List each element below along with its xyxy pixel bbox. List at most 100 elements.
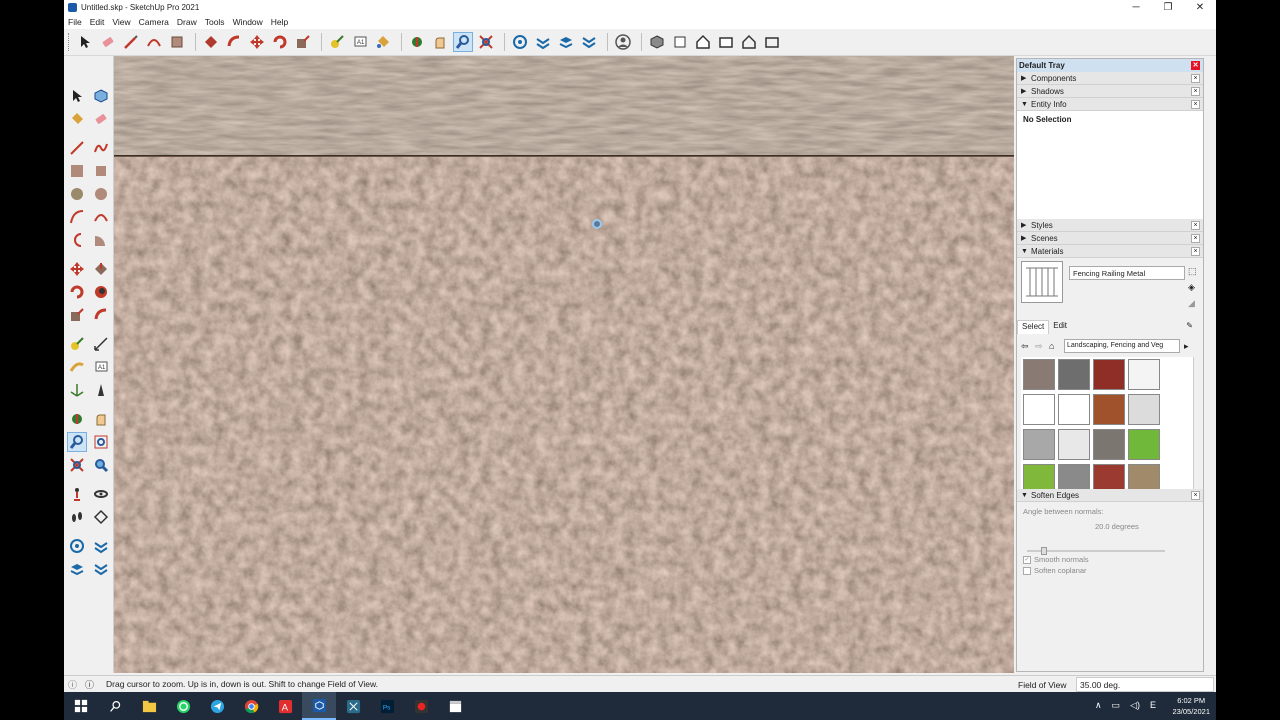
back-arrow-icon[interactable]: ⇦ [1021, 341, 1035, 352]
details-arrow-icon[interactable]: ▸ [1184, 341, 1189, 352]
pie-icon[interactable] [91, 230, 111, 250]
select-tool-icon[interactable] [75, 32, 95, 52]
panel-components[interactable]: ▶ Components × [1017, 72, 1203, 85]
text-tool-icon[interactable]: A1 [350, 32, 370, 52]
eraser-icon[interactable] [91, 109, 111, 129]
geolocation-icon[interactable]: ⓘ [68, 678, 77, 691]
photoshop-icon[interactable]: Ps [370, 692, 404, 720]
material-swatch[interactable] [1128, 394, 1160, 425]
menu-edit[interactable]: Edit [90, 17, 105, 27]
language-indicator[interactable]: E [1150, 700, 1156, 711]
collection-dropdown[interactable]: Landscaping, Fencing and Veg [1064, 339, 1180, 353]
create-material-icon[interactable]: ◈ [1188, 282, 1195, 293]
video-editor-icon[interactable] [438, 692, 472, 720]
text-icon[interactable]: A1 [91, 357, 111, 377]
network-icon[interactable]: ▭ [1112, 700, 1121, 711]
move-icon[interactable] [67, 259, 87, 279]
protractor-icon[interactable] [67, 357, 87, 377]
acrobat-icon[interactable]: A [268, 692, 302, 720]
menu-camera[interactable]: Camera [139, 17, 169, 27]
tape-measure-tool-icon[interactable] [327, 32, 347, 52]
menu-draw[interactable]: Draw [177, 17, 197, 27]
rotated-rectangle-icon[interactable] [91, 161, 111, 181]
extension-manager-icon[interactable] [579, 32, 599, 52]
polygon-icon[interactable] [91, 184, 111, 204]
layout-taskbar-icon[interactable] [336, 692, 370, 720]
tape-measure-icon[interactable] [67, 334, 87, 354]
axes-icon[interactable] [67, 380, 87, 400]
panel-close-icon[interactable]: × [1191, 234, 1200, 243]
material-swatch[interactable] [1058, 429, 1090, 460]
front-view-icon[interactable] [693, 32, 713, 52]
panel-close-icon[interactable]: × [1191, 221, 1200, 230]
3d-text-icon[interactable] [91, 380, 111, 400]
recorder-icon[interactable] [404, 692, 438, 720]
chrome-icon[interactable] [234, 692, 268, 720]
account-icon[interactable] [613, 32, 633, 52]
taskbar-clock[interactable]: 6:02 PM 23/05/2021 [1172, 695, 1210, 717]
previous-view-icon[interactable] [91, 455, 111, 475]
panel-entity-info[interactable]: ▼ Entity Info × [1017, 98, 1203, 111]
orbit-tool-icon[interactable] [407, 32, 427, 52]
scale-icon[interactable] [67, 305, 87, 325]
panel-soften-edges[interactable]: ▼ Soften Edges × [1017, 489, 1203, 502]
display-secondary-icon[interactable]: ⬚ [1188, 266, 1197, 277]
material-swatch[interactable] [1093, 429, 1125, 460]
zoom-extents-icon[interactable] [67, 455, 87, 475]
menu-help[interactable]: Help [271, 17, 288, 27]
default-material-icon[interactable]: ◢ [1188, 298, 1195, 309]
orbit-icon[interactable] [67, 409, 87, 429]
panel-close-icon[interactable]: × [1191, 87, 1200, 96]
panel-close-icon[interactable]: × [1191, 100, 1200, 109]
panel-close-icon[interactable]: × [1191, 491, 1200, 500]
3d-viewport[interactable] [114, 56, 1014, 673]
make-component-icon[interactable] [91, 86, 111, 106]
follow-me-tool-icon[interactable] [224, 32, 244, 52]
whatsapp-icon[interactable] [166, 692, 200, 720]
material-name-field[interactable]: Fencing Railing Metal [1069, 266, 1185, 280]
move-tool-icon[interactable] [247, 32, 267, 52]
maximize-button[interactable]: ❐ [1152, 0, 1184, 15]
zoom-icon[interactable] [66, 431, 87, 452]
tab-edit[interactable]: Edit [1049, 320, 1071, 334]
toolbar-grip[interactable] [68, 33, 71, 51]
dimension-icon[interactable] [91, 334, 111, 354]
home-icon[interactable]: ⌂ [1049, 341, 1061, 351]
three-point-arc-icon[interactable] [67, 230, 87, 250]
telegram-icon[interactable] [200, 692, 234, 720]
layout-icon[interactable] [67, 559, 87, 579]
top-view-icon[interactable] [670, 32, 690, 52]
soften-coplanar-checkbox[interactable] [1023, 566, 1031, 575]
extension-manager-icon[interactable] [91, 559, 111, 579]
line-icon[interactable] [67, 138, 87, 158]
position-camera-icon[interactable] [67, 484, 87, 504]
material-swatch[interactable] [1023, 359, 1055, 390]
paint-bucket-icon[interactable] [67, 109, 87, 129]
walk-icon[interactable] [67, 507, 87, 527]
zoom-tool-icon[interactable] [453, 32, 473, 52]
iso-view-icon[interactable] [647, 32, 667, 52]
close-button[interactable]: ✕ [1184, 0, 1216, 15]
rotate-icon[interactable] [67, 282, 87, 302]
pan-tool-icon[interactable] [430, 32, 450, 52]
push-pull-tool-icon[interactable] [201, 32, 221, 52]
tray-close-icon[interactable]: ✕ [1191, 61, 1200, 70]
line-tool-icon[interactable] [121, 32, 141, 52]
windows-start-icon[interactable] [64, 692, 98, 720]
right-view-icon[interactable] [716, 32, 736, 52]
soften-coplanar-row[interactable]: Soften coplanar [1023, 566, 1197, 575]
material-swatch[interactable] [1058, 394, 1090, 425]
volume-icon[interactable]: ◁) [1130, 700, 1140, 711]
forward-arrow-icon[interactable]: ⇨ [1035, 341, 1049, 352]
material-swatch[interactable] [1023, 394, 1055, 425]
follow-me-icon[interactable] [91, 282, 111, 302]
chevron-up-icon[interactable]: ∧ [1095, 700, 1102, 711]
eraser-tool-icon[interactable] [98, 32, 118, 52]
left-view-icon[interactable] [762, 32, 782, 52]
layout-icon[interactable] [556, 32, 576, 52]
search-icon[interactable] [98, 692, 132, 720]
zoom-extents-tool-icon[interactable] [476, 32, 496, 52]
material-swatch[interactable] [1093, 359, 1125, 390]
material-swatch[interactable] [1128, 359, 1160, 390]
menu-view[interactable]: View [112, 17, 130, 27]
